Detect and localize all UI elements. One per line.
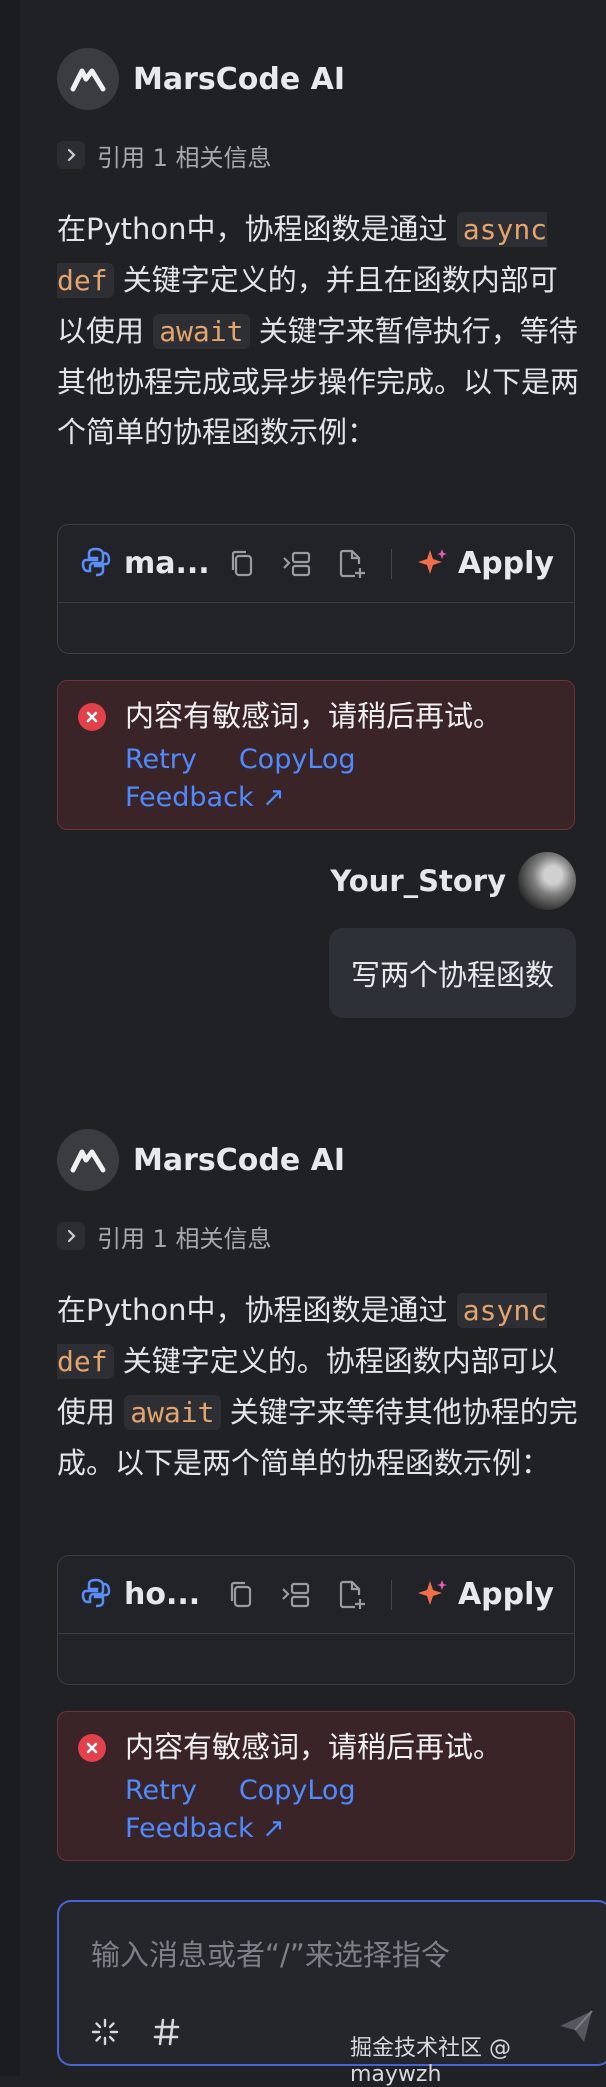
apply-button[interactable]: Apply [416, 546, 554, 582]
chevron-right-icon [57, 141, 85, 169]
avatar [518, 852, 576, 910]
assistant-name: MarsCode AI [133, 1142, 346, 1178]
copylog-link[interactable]: CopyLog [239, 1775, 356, 1806]
apply-label: Apply [457, 546, 554, 581]
error-card: 内容有敏感词，请稍后再试。 Retry CopyLog Feedback ↗ [57, 1711, 575, 1861]
toolbar-divider [390, 1579, 392, 1610]
assistant-header: MarsCode AI [57, 1129, 345, 1191]
toolbar-divider [390, 548, 392, 579]
chat-input-placeholder[interactable]: 输入消息或者“/”来选择指令 [91, 1932, 450, 1974]
left-rail [0, 0, 20, 2076]
assistant-name: MarsCode AI [133, 61, 346, 97]
reference-toggle[interactable]: 引用 1 相关信息 [57, 139, 272, 172]
reference-label: 引用 1 相关信息 [97, 143, 272, 172]
watermark: 掘金技术社区 @ maywzh [350, 2036, 511, 2087]
copylog-link[interactable]: CopyLog [239, 744, 356, 775]
code-file-name[interactable]: ma... [124, 546, 210, 581]
assistant-message-text: 在Python中，协程函数是通过 async def 关键字定义的。协程函数内部… [57, 1285, 579, 1488]
user-name: Your_Story [330, 864, 506, 898]
inline-code: await [153, 314, 250, 349]
inline-code: await [124, 1395, 221, 1430]
error-icon [78, 703, 106, 731]
apply-label: Apply [457, 1577, 554, 1612]
assistant-message-text: 在Python中，协程函数是通过 async def 关键字定义的，并且在函数内… [57, 204, 579, 457]
copy-icon[interactable] [224, 1578, 257, 1612]
python-icon [80, 546, 112, 582]
retry-link[interactable]: Retry [125, 744, 197, 775]
message-text: 在Python中，协程函数是通过 [57, 212, 457, 246]
copy-icon[interactable] [226, 547, 259, 581]
reference-toggle[interactable]: 引用 1 相关信息 [57, 1220, 272, 1253]
user-message-text: 写两个协程函数 [350, 958, 554, 992]
code-file-name[interactable]: ho... [124, 1577, 202, 1612]
error-card: 内容有敏感词，请稍后再试。 Retry CopyLog Feedback ↗ [57, 680, 575, 830]
feedback-link[interactable]: Feedback ↗ [125, 1813, 285, 1844]
retry-link[interactable]: Retry [125, 1775, 197, 1806]
assistant-header: MarsCode AI [57, 48, 345, 110]
marscode-logo-icon [57, 48, 119, 110]
error-title: 内容有敏感词，请稍后再试。 [125, 1730, 503, 1764]
chevron-right-icon [57, 1222, 85, 1250]
new-file-icon[interactable] [336, 547, 369, 581]
hash-icon[interactable] [149, 2014, 185, 2050]
user-header: Your_Story [330, 852, 576, 910]
error-actions: Retry CopyLog Feedback ↗ [125, 1772, 356, 1848]
feedback-link[interactable]: Feedback ↗ [125, 782, 285, 813]
new-file-icon[interactable] [335, 1578, 368, 1612]
sparkle-icon [416, 1577, 448, 1613]
error-icon [78, 1734, 106, 1762]
insert-icon[interactable] [281, 547, 314, 581]
message-text: 在Python中，协程函数是通过 [57, 1293, 457, 1327]
code-block-toolbar: ma... Apply [58, 525, 574, 603]
code-block: ma... Apply [57, 524, 575, 654]
user-message-bubble: 写两个协程函数 [328, 928, 576, 1018]
python-icon [80, 1577, 112, 1613]
marscode-logo-icon [57, 1129, 119, 1191]
code-block-toolbar: ho... Apply [58, 1556, 574, 1634]
reference-label: 引用 1 相关信息 [97, 1224, 272, 1253]
insert-icon[interactable] [280, 1578, 313, 1612]
sparkle-icon [416, 546, 448, 582]
error-actions: Retry CopyLog Feedback ↗ [125, 741, 356, 817]
apply-button[interactable]: Apply [416, 1577, 554, 1613]
error-title: 内容有敏感词，请稍后再试。 [125, 699, 503, 733]
magic-wand-icon[interactable] [87, 2014, 123, 2050]
code-block: ho... Apply [57, 1555, 575, 1685]
